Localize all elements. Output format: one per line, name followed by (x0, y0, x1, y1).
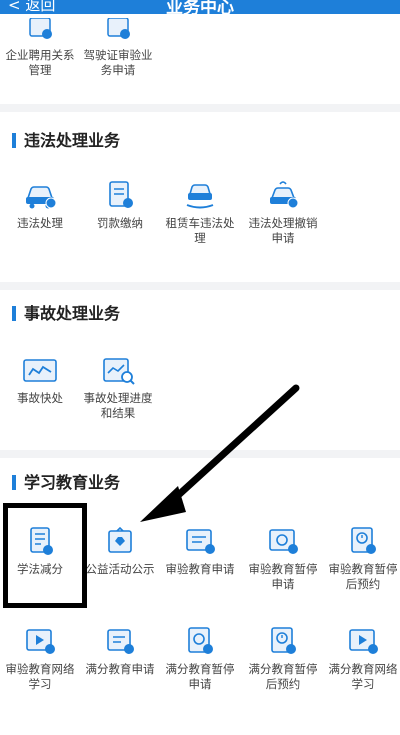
annotation-arrow-icon (140, 384, 300, 522)
